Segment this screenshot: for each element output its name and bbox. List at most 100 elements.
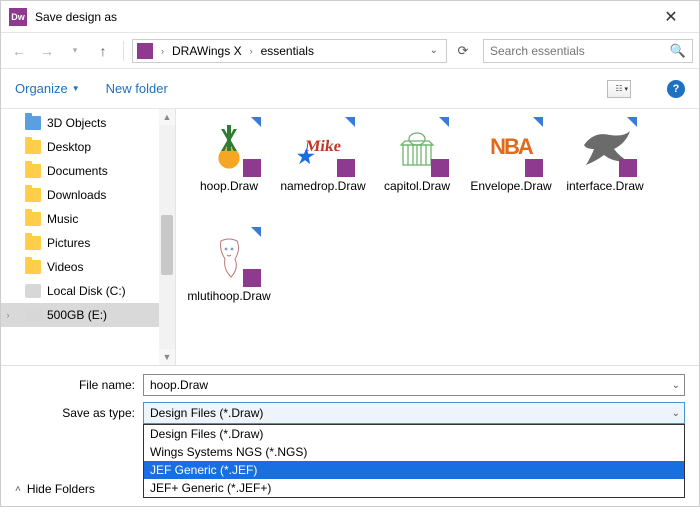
hide-folders-button[interactable]: ˄ Hide Folders xyxy=(15,482,95,496)
file-thumbnail xyxy=(387,119,447,175)
folder-icon xyxy=(25,212,41,226)
separator xyxy=(123,41,124,61)
search-icon[interactable]: 🔍 xyxy=(670,43,686,59)
shortcut-overlay-icon xyxy=(251,117,261,127)
recent-dropdown[interactable]: ▾ xyxy=(63,39,87,63)
search-box[interactable]: 🔍 xyxy=(483,39,693,63)
file-item[interactable]: capitol.Draw xyxy=(370,117,464,227)
chevron-down-icon: ▼ xyxy=(72,84,80,93)
toolbar: Organize ▼ New folder ☷ ? xyxy=(1,69,699,109)
file-thumbnail xyxy=(199,229,259,285)
file-thumbnail: Mike xyxy=(293,119,353,175)
new-folder-button[interactable]: New folder xyxy=(106,81,168,96)
sidebar-item-local-disk-c[interactable]: Local Disk (C:) xyxy=(1,279,159,303)
file-pane[interactable]: hoop.Draw Mike namedrop.Draw capitol.Dra… xyxy=(176,109,699,365)
sidebar-item-label: Pictures xyxy=(47,236,90,250)
sidebar-item-downloads[interactable]: Downloads xyxy=(1,183,159,207)
app-badge-icon xyxy=(337,159,355,177)
expand-arrow-icon[interactable]: › xyxy=(3,310,13,320)
save-as-type-combo[interactable]: Design Files (*.Draw) ⌄ xyxy=(143,402,685,424)
folder-icon xyxy=(25,116,41,130)
sidebar-item-label: Downloads xyxy=(47,188,106,202)
file-label: hoop.Draw xyxy=(198,179,260,194)
scroll-down-icon[interactable]: ▼ xyxy=(159,349,175,365)
file-label: capitol.Draw xyxy=(382,179,452,194)
file-item[interactable]: mlutihoop.Draw xyxy=(182,227,276,337)
forward-button[interactable]: → xyxy=(35,39,59,63)
breadcrumb-dropdown[interactable]: ⌄ xyxy=(430,45,442,56)
view-mode-button[interactable]: ☷ xyxy=(607,80,631,98)
chevron-right-icon: › xyxy=(157,46,168,56)
sidebar-item-music[interactable]: Music xyxy=(1,207,159,231)
sidebar-item-3d-objects[interactable]: 3D Objects xyxy=(1,111,159,135)
back-button[interactable]: ← xyxy=(7,39,31,63)
sidebar-item-label: Music xyxy=(47,212,78,226)
app-badge-icon xyxy=(619,159,637,177)
chevron-up-icon: ˄ xyxy=(15,484,21,495)
folder-icon xyxy=(25,188,41,202)
search-input[interactable] xyxy=(490,44,670,58)
close-button[interactable]: ✕ xyxy=(651,7,691,27)
sidebar-item-documents[interactable]: Documents xyxy=(1,159,159,183)
sidebar-item-label: Local Disk (C:) xyxy=(47,284,126,298)
shortcut-overlay-icon xyxy=(251,227,261,237)
shortcut-overlay-icon xyxy=(533,117,543,127)
file-thumbnail: NBA xyxy=(481,119,541,175)
sidebar-item-videos[interactable]: Videos xyxy=(1,255,159,279)
file-item[interactable]: NBA Envelope.Draw xyxy=(464,117,558,227)
form-area: File name: hoop.Draw ⌄ Save as type: Des… xyxy=(1,366,699,424)
type-option[interactable]: Wings Systems NGS (*.NGS) xyxy=(144,443,684,461)
location-icon xyxy=(137,43,153,59)
file-item[interactable]: Mike namedrop.Draw xyxy=(276,117,370,227)
breadcrumb-segment[interactable]: DRAWings X xyxy=(170,44,244,58)
app-badge-icon xyxy=(243,269,261,287)
chevron-down-icon[interactable]: ⌄ xyxy=(672,380,680,391)
file-item[interactable]: interface.Draw xyxy=(558,117,652,227)
sidebar-item-label: Videos xyxy=(47,260,83,274)
folder-icon xyxy=(25,164,41,178)
save-as-type-dropdown[interactable]: Design Files (*.Draw) Wings Systems NGS … xyxy=(143,424,685,498)
shortcut-overlay-icon xyxy=(439,117,449,127)
explorer-body: 3D Objects Desktop Documents Downloads M… xyxy=(1,109,699,365)
organize-menu[interactable]: Organize ▼ xyxy=(15,81,80,96)
type-option[interactable]: Design Files (*.Draw) xyxy=(144,425,684,443)
app-badge-icon xyxy=(243,159,261,177)
sidebar-item-label: 3D Objects xyxy=(47,116,106,130)
type-option-selected[interactable]: JEF Generic (*.JEF) xyxy=(144,461,684,479)
refresh-button[interactable]: ⟳ xyxy=(451,39,475,63)
shortcut-overlay-icon xyxy=(345,117,355,127)
folder-icon xyxy=(25,260,41,274)
filename-value: hoop.Draw xyxy=(150,378,208,392)
sidebar-scrollbar[interactable]: ▲ ▼ xyxy=(159,109,175,365)
breadcrumb-segment[interactable]: essentials xyxy=(259,44,316,58)
nav-tree: 3D Objects Desktop Documents Downloads M… xyxy=(1,109,176,365)
sidebar-item-500gb-e[interactable]: › 500GB (E:) xyxy=(1,303,159,327)
file-label: mlutihoop.Draw xyxy=(185,289,272,304)
scroll-track[interactable] xyxy=(159,125,175,349)
disk-icon xyxy=(25,308,41,322)
save-as-type-value: Design Files (*.Draw) xyxy=(150,406,263,420)
nav-bar: ← → ▾ ↑ › DRAWings X › essentials ⌄ ⟳ 🔍 xyxy=(1,33,699,69)
app-icon: Dw xyxy=(9,8,27,26)
file-label: namedrop.Draw xyxy=(278,179,367,194)
shortcut-overlay-icon xyxy=(627,117,637,127)
breadcrumb[interactable]: › DRAWings X › essentials ⌄ xyxy=(132,39,447,63)
save-as-type-label: Save as type: xyxy=(15,406,143,420)
sidebar-item-pictures[interactable]: Pictures xyxy=(1,231,159,255)
scroll-up-icon[interactable]: ▲ xyxy=(159,109,175,125)
filename-label: File name: xyxy=(15,378,143,392)
sidebar-item-desktop[interactable]: Desktop xyxy=(1,135,159,159)
help-button[interactable]: ? xyxy=(667,80,685,98)
chevron-right-icon: › xyxy=(246,46,257,56)
chevron-down-icon[interactable]: ⌄ xyxy=(672,408,680,419)
scroll-thumb[interactable] xyxy=(161,215,173,275)
filename-input[interactable]: hoop.Draw ⌄ xyxy=(143,374,685,396)
file-item[interactable]: hoop.Draw xyxy=(182,117,276,227)
hide-folders-label: Hide Folders xyxy=(27,482,95,496)
sidebar-item-label: 500GB (E:) xyxy=(47,308,107,322)
file-thumbnail xyxy=(199,119,259,175)
type-option[interactable]: JEF+ Generic (*.JEF+) xyxy=(144,479,684,497)
sidebar-item-label: Documents xyxy=(47,164,108,178)
up-button[interactable]: ↑ xyxy=(91,39,115,63)
titlebar: Dw Save design as ✕ xyxy=(1,1,699,33)
